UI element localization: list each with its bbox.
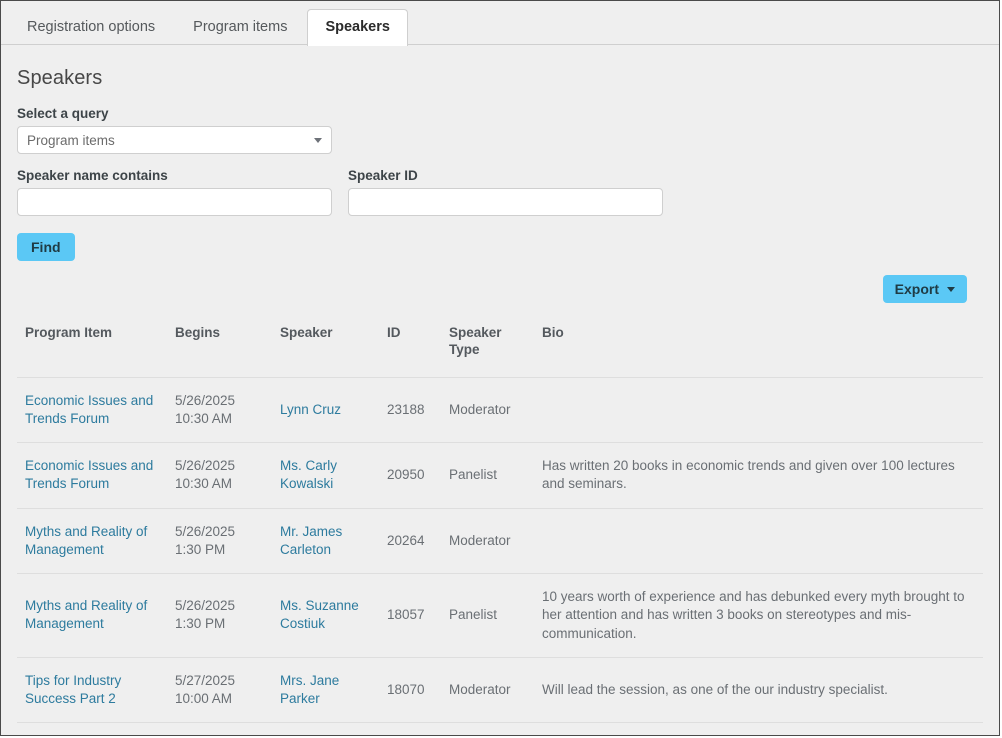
cell-speaker: Mr. James Carleton: [272, 507, 379, 574]
column-header-bio: Bio: [542, 325, 564, 340]
program-item-link[interactable]: Economic Issues and Trends Forum: [25, 458, 153, 491]
tab-program-items[interactable]: Program items: [175, 9, 305, 46]
tab-speakers[interactable]: Speakers: [307, 8, 408, 46]
cell-speaker: Ms. Suzanne Costiuk: [272, 573, 379, 658]
cell-begins: 5/26/2025 10:30 AM: [167, 442, 272, 509]
tab-label: Speakers: [325, 18, 390, 35]
cell-speaker-type: Panelist: [441, 573, 534, 658]
cell-bio: Will lead the session, as one of the our…: [534, 656, 983, 723]
cell-program-item: Tips for Industry Success Part 2: [17, 656, 167, 723]
table-head: Program Item Begins Speaker ID Speaker T…: [17, 317, 983, 377]
cell-begins: 5/27/2025 10:00 AM: [167, 656, 272, 723]
cell-speaker-type: Moderator: [441, 722, 534, 735]
export-button-label: Export: [894, 281, 939, 297]
cell-id: 20264: [379, 507, 441, 574]
table-body: Economic Issues and Trends Forum 5/26/202…: [17, 376, 983, 735]
table-row: Myths and Reality of Management 5/26/2025…: [17, 507, 983, 574]
column-header-speaker-type: Speaker Type: [449, 325, 502, 357]
tab-bar: Registration options Program items Speak…: [1, 1, 999, 46]
select-query-wrapper: Program items: [17, 126, 332, 154]
program-item-link[interactable]: Myths and Reality of Management: [25, 598, 147, 631]
cell-id: 18070: [379, 656, 441, 723]
cell-begins: 5/28/2025 10:00 AM: [167, 722, 272, 735]
speakers-table: Program Item Begins Speaker ID Speaker T…: [17, 317, 983, 735]
table-row: Myths and Reality of Management 5/26/2025…: [17, 573, 983, 658]
table-row: Economic Issues and Trends Forum 5/26/202…: [17, 442, 983, 509]
cell-begins: 5/26/2025 10:30 AM: [167, 376, 272, 443]
column-header-speaker: Speaker: [280, 325, 333, 340]
cell-bio: [534, 376, 983, 443]
tab-label: Registration options: [27, 18, 156, 35]
column-header-begins: Begins: [175, 325, 221, 340]
cell-speaker-type: Moderator: [441, 376, 534, 443]
speaker-link[interactable]: Mrs. Jane Parker: [280, 673, 339, 706]
column-header-id: ID: [387, 325, 401, 340]
cell-speaker: Ms. Carly Kowalski: [272, 442, 379, 509]
page-content: Speakers Select a query Program items Sp…: [1, 45, 999, 303]
cell-speaker-type: Panelist: [441, 442, 534, 509]
query-select[interactable]: Program items: [17, 126, 332, 154]
cell-id: 20950: [379, 442, 441, 509]
table-row: Leadership Patterns5/28/2025 10:00 AMMs.…: [17, 722, 983, 735]
speaker-link[interactable]: Lynn Cruz: [280, 402, 341, 417]
tab-registration-options[interactable]: Registration options: [9, 9, 173, 46]
program-item-link[interactable]: Tips for Industry Success Part 2: [25, 673, 121, 706]
cell-program-item: Leadership Patterns: [17, 722, 167, 735]
cell-bio: [534, 722, 983, 735]
export-toolbar: Export: [17, 275, 983, 303]
speaker-link[interactable]: Ms. Suzanne Costiuk: [280, 598, 359, 631]
table-row: Economic Issues and Trends Forum 5/26/202…: [17, 376, 983, 443]
search-fields-row: Speaker name contains Speaker ID: [17, 168, 983, 216]
cell-program-item: Economic Issues and Trends Forum: [17, 376, 167, 443]
speaker-name-input[interactable]: [17, 188, 332, 216]
cell-speaker: Mrs. Jane Parker: [272, 656, 379, 723]
cell-program-item: Myths and Reality of Management: [17, 507, 167, 574]
cell-begins: 5/26/2025 1:30 PM: [167, 573, 272, 658]
caret-down-icon: [947, 286, 955, 292]
tab-label: Program items: [193, 18, 288, 35]
speaker-link[interactable]: Ms. Carly Kowalski: [280, 458, 337, 491]
table-header-row: Program Item Begins Speaker ID Speaker T…: [17, 317, 983, 377]
cell-program-item: Myths and Reality of Management: [17, 573, 167, 658]
find-button[interactable]: Find: [17, 233, 75, 261]
speaker-id-label: Speaker ID: [348, 168, 418, 183]
export-button[interactable]: Export: [882, 275, 967, 303]
speakers-table-container: Program Item Begins Speaker ID Speaker T…: [1, 317, 999, 735]
speaker-link[interactable]: Mr. James Carleton: [280, 524, 342, 557]
speaker-id-input[interactable]: [348, 188, 663, 216]
program-item-link[interactable]: Economic Issues and Trends Forum: [25, 393, 153, 426]
cell-id: 18057: [379, 573, 441, 658]
query-select-value: Program items: [27, 132, 115, 148]
cell-bio: 10 years worth of experience and has deb…: [534, 573, 983, 658]
cell-speaker: Ms. Janis D. Campbell: [272, 722, 379, 735]
select-query-label: Select a query: [17, 106, 109, 121]
speaker-id-field-group: Speaker ID: [348, 168, 663, 216]
app-window: Registration options Program items Speak…: [0, 0, 1000, 736]
cell-id: 21439: [379, 722, 441, 735]
column-header-program-item: Program Item: [25, 325, 113, 340]
cell-program-item: Economic Issues and Trends Forum: [17, 442, 167, 509]
speaker-name-field-group: Speaker name contains: [17, 168, 332, 216]
cell-speaker-type: Moderator: [441, 507, 534, 574]
program-item-link[interactable]: Myths and Reality of Management: [25, 524, 147, 557]
cell-bio: [534, 507, 983, 574]
cell-id: 23188: [379, 376, 441, 443]
cell-speaker-type: Moderator: [441, 656, 534, 723]
table-row: Tips for Industry Success Part 2 5/27/202…: [17, 656, 983, 723]
page-title: Speakers: [17, 67, 103, 89]
speaker-name-label: Speaker name contains: [17, 168, 168, 183]
cell-bio: Has written 20 books in economic trends …: [534, 442, 983, 509]
cell-speaker: Lynn Cruz: [272, 376, 379, 443]
cell-begins: 5/26/2025 1:30 PM: [167, 507, 272, 574]
